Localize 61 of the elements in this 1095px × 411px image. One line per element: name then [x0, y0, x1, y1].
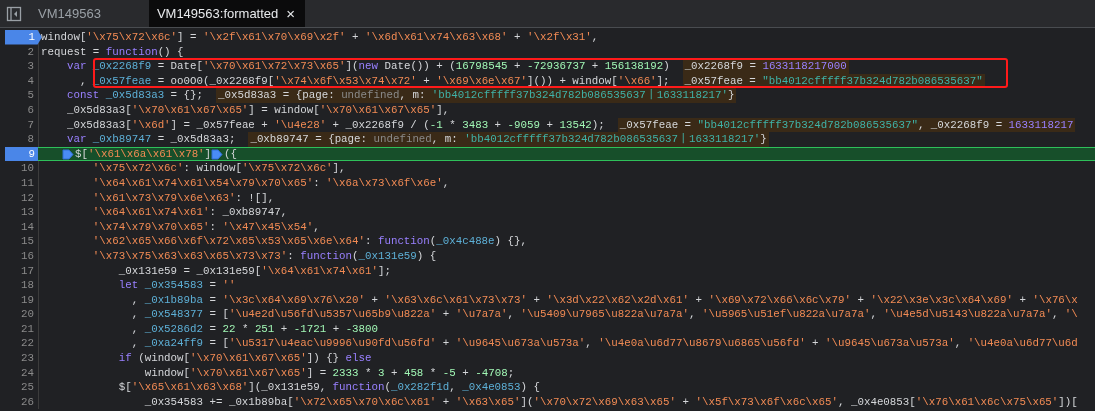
- line-number[interactable]: 25: [21, 380, 38, 395]
- line-number[interactable]: 6: [27, 102, 38, 118]
- code-line: var _0xb89747 = _0x5d83a3;: [65, 132, 236, 147]
- code-line: '\x61\x73\x79\x6e\x63': ![],: [91, 190, 275, 206]
- line-number[interactable]: 18: [21, 278, 38, 293]
- code-line: window['\x75\x72\x6c'] = '\x2f\x61\x70\x69\x2f' + '\x6d\x61\x74\x63\x68' + '\x2f\x31',: [41, 30, 599, 45]
- code-line: _0x5d83a3['\x70\x61\x67\x65'] = window['\x70\x61\x67\x65'],: [65, 102, 450, 118]
- close-icon[interactable]: ×: [286, 5, 296, 22]
- line-number[interactable]: 1: [5, 30, 42, 45]
- code-line: , _0x57feae = oo0O0(_0x2268f9['\x74\x6f\x53\x74\x72' + '\x69\x6e\x67']()) + window['\x66'];: [78, 73, 670, 89]
- line-number[interactable]: 4: [27, 73, 38, 89]
- code-line: ({: [224, 146, 238, 162]
- line-number[interactable]: 24: [21, 365, 38, 381]
- code-line: var _0x2268f9 = Date['\x70\x61\x72\x73\x65'](new Date()) + (16798545 + -72936737 + 156138192): [65, 59, 670, 74]
- line-number[interactable]: 14: [21, 219, 38, 235]
- line-number[interactable]: 23: [21, 351, 38, 366]
- code-line: if (window['\x70\x61\x67\x65']) {} else: [117, 351, 372, 366]
- code-line: _0x5d83a3['\x6d'] = _0x57feae + '\u4e28' + _0x2268f9 / (-1 * 3483 + -9059 + 13542);: [65, 117, 605, 133]
- inline-value: _0xb89747 = {page: undefined, m: 'bb4012cfffff37b324d782b086535637丨1633118217'}: [248, 132, 769, 147]
- line-number[interactable]: 26: [21, 394, 38, 410]
- line-number[interactable]: 10: [21, 161, 38, 176]
- code-line: $['\x61\x6a\x61\x78']: [75, 146, 212, 162]
- code-line: '\x75\x72\x6c': window['\x75\x72\x6c'],: [91, 161, 346, 176]
- line-number[interactable]: 22: [21, 336, 38, 352]
- line-number[interactable]: 12: [21, 190, 38, 206]
- code-line: '\x64\x61\x74\x61\x54\x79\x70\x65': '\x6a\x73\x6f\x6e',: [91, 175, 450, 191]
- code-line: , _0x548377 = ['\u4e2d\u56fd\u5357\u65b9\u822a' + '\u7a7a', '\u5409\u7965\u822a\u7a7a', '\u5965\u51ef\u822a\u7a7a', '\u4e5d\u5143\u822a\u7a7a', '\: [130, 307, 1078, 322]
- editor-tab[interactable]: VM149563:formatted ×: [148, 0, 306, 27]
- code-line: const _0x5d83a3 = {};: [65, 88, 203, 103]
- inline-value: _0x5d83a3 = {page: undefined, m: 'bb4012cfffff37b324d782b086535637丨1633118217'}: [216, 88, 737, 103]
- editor-tab[interactable]: VM149563: [32, 0, 113, 27]
- inline-value: _0x57feae = "bb4012cfffff37b324d782b086535637", _0x2268f9 = 1633118217: [617, 117, 1076, 133]
- code-line: '\x64\x61\x74\x61': _0xb89747,: [91, 205, 288, 220]
- code-line: $['\x65\x61\x63\x68'](_0x131e59, function(_0x282f1d, _0x4e0853) {: [117, 380, 540, 395]
- line-number[interactable]: 2: [27, 44, 38, 60]
- code-line: , _0x5286d2 = 22 * 251 + -1721 + -3800: [130, 321, 379, 337]
- line-number[interactable]: 3: [27, 59, 38, 74]
- line-number[interactable]: 19: [21, 292, 38, 308]
- line-number[interactable]: 21: [21, 321, 38, 337]
- line-number[interactable]: 15: [21, 234, 38, 249]
- code-line: request = function() {: [41, 44, 184, 60]
- line-number[interactable]: 5: [27, 88, 38, 103]
- line-number[interactable]: 7: [27, 117, 38, 133]
- line-number[interactable]: 13: [21, 205, 38, 220]
- code-line: _0x354583 += _0x1b89ba['\x72\x65\x70\x6c\x61' + '\x63\x65']('\x70\x72\x69\x63\x65' + '\x5f\x73\x6f\x6c\x65', _0x4e0853['\x76\x61\x6c\x75\x65'])[: [143, 394, 1078, 410]
- line-number[interactable]: 11: [21, 175, 38, 191]
- line-number[interactable]: 8: [27, 132, 38, 147]
- code-line: _0x131e59 = _0x131e59['\x64\x61\x74\x61'];: [117, 263, 391, 279]
- step-marker-icon[interactable]: [62, 148, 74, 160]
- code-line: '\x62\x65\x66\x6f\x72\x65\x53\x65\x6e\x64': function(_0x4c488e) {},: [91, 234, 527, 249]
- code-line: , _0x1b89ba = '\x3c\x64\x69\x76\x20' + '\x63\x6c\x61\x73\x73' + '\x3d\x22\x62\x2d\x61' + '\x69\x72\x66\x6c\x79' + '\x22\x3e\x3c\x64\x69' + '\x76\x: [130, 292, 1078, 308]
- code-line: let _0x354583 = '': [117, 278, 236, 293]
- code-line: '\x74\x79\x70\x65': '\x47\x45\x54',: [91, 219, 320, 235]
- line-number[interactable]: 17: [21, 263, 38, 279]
- line-number[interactable]: 16: [21, 248, 38, 264]
- code-line: window['\x70\x61\x67\x65'] = 2333 * 3 + 458 * -5 + -4708;: [143, 365, 515, 381]
- sidebar-toggle-icon[interactable]: [6, 5, 22, 22]
- step-marker-icon[interactable]: [211, 148, 224, 160]
- code-line: , _0xa24ff9 = ['\u5317\u4eac\u9996\u90fd\u56fd' + '\u9645\u673a\u573a', '\u4e0a\u6d77\u8679\u6865\u56fd' + '\u9645\u673a\u573a', '\u4e0a\u6d77\u6d: [130, 336, 1078, 352]
- line-number[interactable]: 20: [21, 307, 38, 322]
- code-line: '\x73\x75\x63\x63\x65\x73\x73': function(_0x131e59) {: [91, 248, 437, 264]
